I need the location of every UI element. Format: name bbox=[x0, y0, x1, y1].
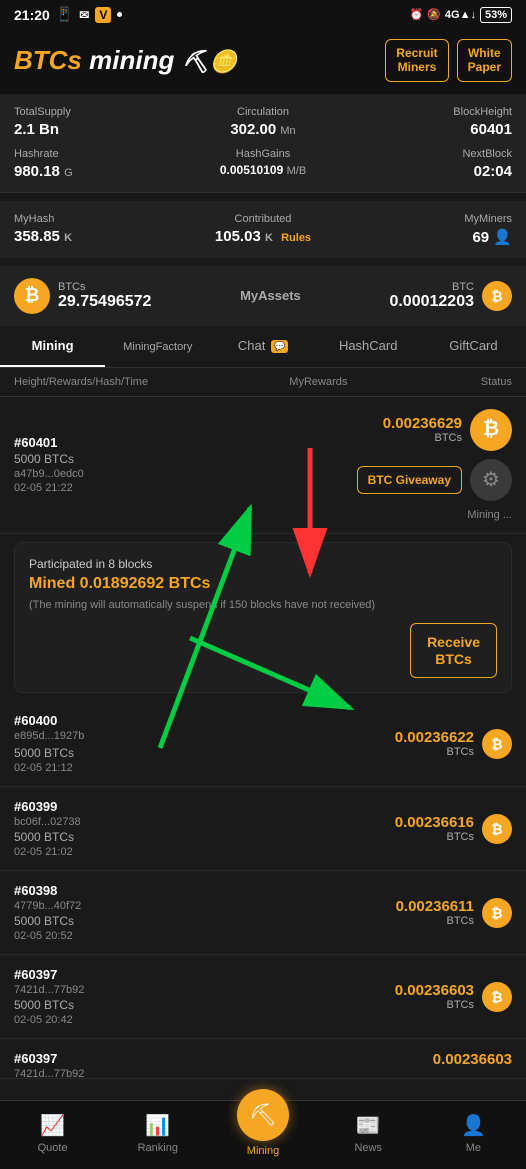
table-row: #60398 4779b...40f72 5000 BTCs 02-05 20:… bbox=[0, 871, 526, 955]
stats-grid: TotalSupply 2.1 Bn Circulation 302.00 Mn… bbox=[14, 106, 512, 180]
whatsapp-icon: 📱 bbox=[56, 6, 73, 23]
giveaway-row: BTC Giveaway ⚙ bbox=[357, 459, 512, 501]
tab-mining[interactable]: Mining bbox=[0, 326, 105, 367]
me-icon: 👤 bbox=[461, 1113, 486, 1138]
block-btc-icon-0: ₿ bbox=[482, 729, 512, 759]
hashrate-value: 980.18 G bbox=[14, 163, 180, 180]
hash-gains-stat: HashGains 0.00510109 M/B bbox=[180, 148, 346, 180]
circulation-value: 302.00 Mn bbox=[180, 121, 346, 138]
table-row: #60399 bc06f...02738 5000 BTCs 02-05 21:… bbox=[0, 787, 526, 871]
hash-gains-value: 0.00510109 M/B bbox=[180, 163, 346, 177]
nav-news[interactable]: 📰 News bbox=[316, 1113, 421, 1154]
block-btc-icon-3: ₿ bbox=[482, 982, 512, 1012]
my-hash-stat: MyHash 358.85 K bbox=[14, 213, 175, 246]
block-height-stat: BlockHeight 60401 bbox=[346, 106, 512, 138]
nav-mining-center[interactable]: ⛏ Mining bbox=[210, 1109, 315, 1157]
bottom-nav: 📈 Quote 📊 Ranking ⛏ Mining 📰 News 👤 Me bbox=[0, 1100, 526, 1169]
table-row: #60400 e895d...1927b 5000 BTCs 02-05 21:… bbox=[0, 701, 526, 787]
status-bar: 21:20 📱 ✉ V ⏰ 🔕 4G▲↓ 53% bbox=[0, 0, 526, 29]
alarm-icon: ⏰ bbox=[410, 8, 424, 21]
table-row: #60397 7421d...77b92 0.00236603 bbox=[0, 1039, 526, 1079]
table-header: Height/Rewards/Hash/Time MyRewards Statu… bbox=[0, 368, 526, 397]
status-right: ⏰ 🔕 4G▲↓ 53% bbox=[410, 7, 513, 23]
block-btc-icon-1: ₿ bbox=[482, 814, 512, 844]
ranking-icon: 📊 bbox=[145, 1113, 170, 1138]
status-left: 21:20 📱 ✉ V bbox=[14, 6, 122, 23]
table-row: #60397 7421d...77b92 5000 BTCs 02-05 20:… bbox=[0, 955, 526, 1039]
quote-icon: 📈 bbox=[40, 1113, 65, 1138]
header: BTCs mining ⛏🪙 Recruit Miners White Pape… bbox=[0, 29, 526, 94]
total-supply-value: 2.1 Bn bbox=[14, 121, 180, 138]
total-supply-stat: TotalSupply 2.1 Bn bbox=[14, 106, 180, 138]
dot-icon bbox=[117, 12, 122, 17]
block-height-value: 60401 bbox=[346, 121, 512, 138]
content-area: Height/Rewards/Hash/Time MyRewards Statu… bbox=[0, 368, 526, 1160]
vpn-icon: V bbox=[95, 7, 111, 23]
btc-asset: BTC 0.00012203 ₿ bbox=[389, 281, 512, 311]
logo: BTCs mining ⛏🪙 bbox=[14, 45, 237, 76]
tab-chat[interactable]: Chat 💬 bbox=[210, 326, 315, 367]
block-btc-icon-2: ₿ bbox=[482, 898, 512, 928]
signal-icon: 4G▲↓ bbox=[445, 9, 476, 21]
miners-person-icon: 👤 bbox=[493, 229, 512, 246]
rules-link[interactable]: Rules bbox=[281, 232, 311, 244]
news-icon: 📰 bbox=[356, 1113, 381, 1138]
time: 21:20 bbox=[14, 7, 50, 23]
btcs-icon: ₿ bbox=[14, 278, 50, 314]
my-stats-section: MyHash 358.85 K Contributed 105.03 K Rul… bbox=[0, 201, 526, 258]
my-assets-label: MyAssets bbox=[240, 288, 301, 303]
header-buttons: Recruit Miners White Paper bbox=[385, 39, 512, 82]
chat-badge: 💬 bbox=[271, 340, 288, 353]
white-paper-button[interactable]: White Paper bbox=[457, 39, 512, 82]
tab-mining-factory[interactable]: MiningFactory bbox=[105, 326, 210, 367]
stats-section: TotalSupply 2.1 Bn Circulation 302.00 Mn… bbox=[0, 94, 526, 193]
message-icon: ✉ bbox=[79, 8, 89, 22]
nav-ranking[interactable]: 📊 Ranking bbox=[105, 1113, 210, 1154]
first-block-row: #60401 5000 BTCs a47b9...0edc0 02-05 21:… bbox=[0, 397, 526, 534]
next-block-stat: NextBlock 02:04 bbox=[346, 148, 512, 180]
tabs-row: Mining MiningFactory Chat 💬 HashCard Gif… bbox=[0, 326, 526, 368]
circulation-stat: Circulation 302.00 Mn bbox=[180, 106, 346, 138]
btcs-asset: ₿ BTCs 29.75496572 bbox=[14, 278, 151, 314]
tab-gift-card[interactable]: GiftCard bbox=[421, 326, 526, 367]
nav-me[interactable]: 👤 Me bbox=[421, 1113, 526, 1154]
assets-row: ₿ BTCs 29.75496572 MyAssets BTC 0.000122… bbox=[0, 266, 526, 326]
first-block-icons: 0.00236629 BTCs ₿ bbox=[383, 409, 512, 451]
contributed-stat: Contributed 105.03 K Rules bbox=[183, 213, 344, 246]
btc-giveaway-button[interactable]: BTC Giveaway bbox=[357, 466, 462, 494]
recruit-miners-button[interactable]: Recruit Miners bbox=[385, 39, 448, 82]
my-miners-stat: MyMiners 69 👤 bbox=[351, 213, 512, 246]
btc-circle-icon: ₿ bbox=[470, 409, 512, 451]
logo-emoji: ⛏🪙 bbox=[182, 49, 237, 74]
nav-quote[interactable]: 📈 Quote bbox=[0, 1113, 105, 1154]
mining-status-icon: ⚙ bbox=[470, 459, 512, 501]
next-block-value: 02:04 bbox=[346, 163, 512, 180]
receive-btcs-button[interactable]: Receive BTCs bbox=[410, 623, 497, 679]
mute-icon: 🔕 bbox=[427, 8, 441, 21]
tab-hash-card[interactable]: HashCard bbox=[316, 326, 421, 367]
mining-center-icon: ⛏ bbox=[237, 1089, 289, 1141]
hashrate-stat: Hashrate 980.18 G bbox=[14, 148, 180, 180]
btc-icon-right: ₿ bbox=[482, 281, 512, 311]
battery-icon: 53% bbox=[480, 7, 512, 23]
giveaway-section: Participated in 8 blocks Mined 0.0189269… bbox=[14, 542, 512, 694]
